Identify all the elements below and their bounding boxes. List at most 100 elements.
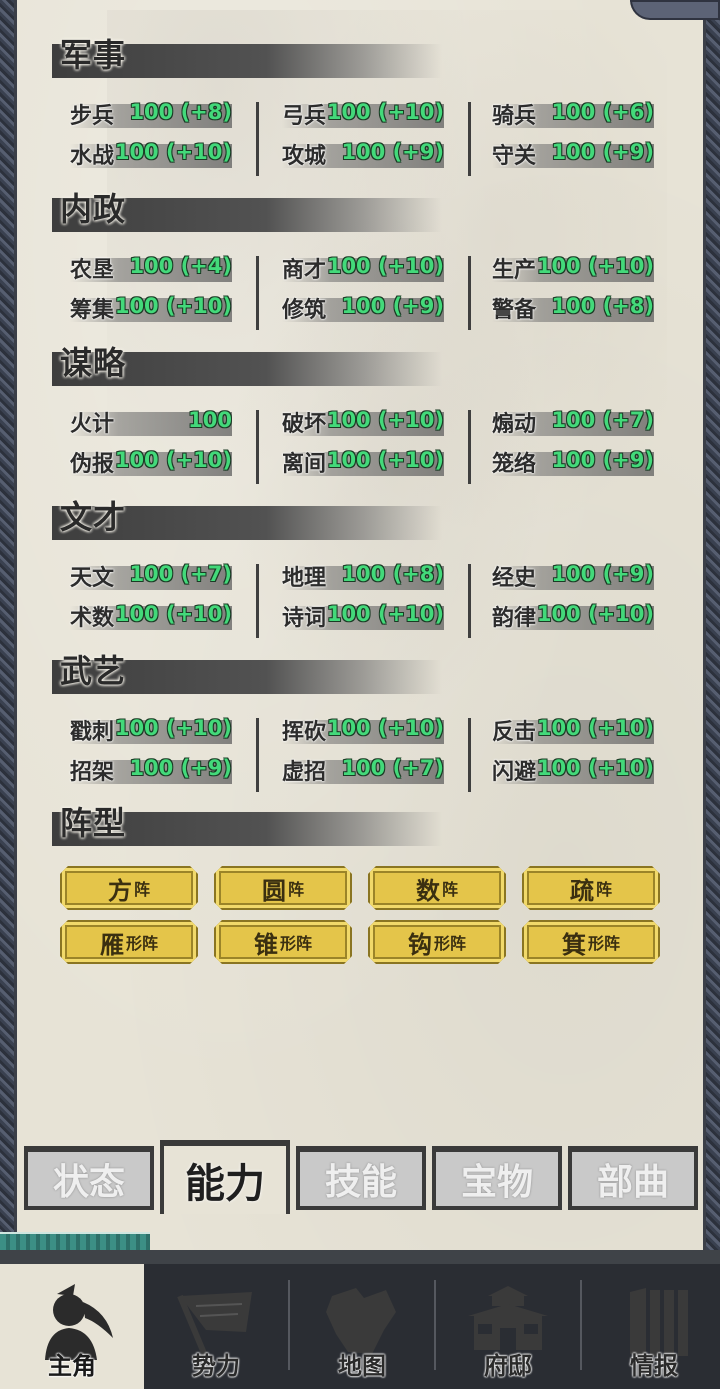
formation-button[interactable]: 圆阵 (214, 866, 352, 910)
stats-grid: 天文 100 (+7) 术数 100 (+10) 地理 100 (+8) 诗词 100 … (70, 558, 670, 648)
stat-name: 离间 (282, 452, 327, 477)
formation-button[interactable]: 钩形阵 (368, 920, 506, 964)
stats-column: 挥砍 100 (+10) 虚招 100 (+7) (282, 712, 472, 802)
tab-treasure[interactable]: 宝物 (432, 1146, 562, 1210)
stat-row: 反击 100 (+10) (492, 716, 660, 745)
nav-label: 府邸 (484, 1352, 532, 1380)
stats-column: 天文 100 (+7) 术数 100 (+10) (70, 558, 260, 648)
stat-row: 生产 100 (+10) (492, 254, 660, 283)
stat-value: 100 (+10) (536, 254, 654, 278)
stat-value: 100 (+10) (326, 716, 444, 740)
stats-column: 弓兵 100 (+10) 攻城 100 (+9) (282, 96, 472, 186)
formation-button[interactable]: 雁形阵 (60, 920, 198, 964)
stat-row: 弓兵 100 (+10) (282, 100, 450, 129)
column-divider (468, 564, 471, 638)
formation-suffix: 阵 (133, 880, 150, 899)
stat-row: 韵律 100 (+10) (492, 602, 660, 631)
stats-column: 煽动 100 (+7) 笼络 100 (+9) (492, 404, 682, 494)
formation-main: 箕 (561, 930, 586, 959)
nav-hero[interactable]: 主角 (0, 1264, 144, 1389)
stat-row: 闪避 100 (+10) (492, 756, 660, 785)
section-strategy: 谋略 火计 100 伪报 100 (+10) 破坏 100 (+10) 离间 100 (… (52, 344, 672, 484)
stats-column: 步兵 100 (+8) 水战 100 (+10) (70, 96, 260, 186)
stat-name: 农垦 (70, 258, 115, 283)
section-title-bar: 文才 (52, 498, 442, 540)
formation-button[interactable]: 方阵 (60, 866, 198, 910)
nav-mansion[interactable]: 府邸 (436, 1264, 580, 1389)
section-literature: 文才 天文 100 (+7) 术数 100 (+10) 地理 100 (+8) 诗词 1… (52, 498, 672, 638)
formation-button[interactable]: 数阵 (368, 866, 506, 910)
formation-main: 方 (107, 876, 132, 905)
stat-name: 破坏 (282, 412, 327, 437)
section-martial-arts: 武艺 戳刺 100 (+10) 招架 100 (+9) 挥砍 100 (+10) 虚招… (52, 652, 672, 792)
section-formation: 阵型 (52, 804, 672, 846)
stat-row: 诗词 100 (+10) (282, 602, 450, 631)
stats-grid: 农垦 100 (+4) 筹集 100 (+10) 商才 100 (+10) 修筑 100… (70, 250, 670, 340)
tab-status[interactable]: 状态 (24, 1146, 154, 1210)
stats-column: 商才 100 (+10) 修筑 100 (+9) (282, 250, 472, 340)
nav-intel[interactable]: 情报 (582, 1264, 720, 1389)
stat-name: 反击 (492, 720, 537, 745)
formation-main: 锥 (253, 930, 278, 959)
stat-value: 100 (+10) (536, 716, 654, 740)
stat-value: 100 (+7) (551, 408, 654, 432)
column-divider (468, 410, 471, 484)
stat-row: 筹集 100 (+10) (70, 294, 238, 323)
left-frame (0, 0, 14, 1250)
stat-row: 煽动 100 (+7) (492, 408, 660, 437)
column-divider (256, 256, 259, 330)
section-title: 军事 (60, 36, 127, 74)
stat-value: 100 (+9) (551, 448, 654, 472)
section-title-bar: 谋略 (52, 344, 442, 386)
stats-column: 破坏 100 (+10) 离间 100 (+10) (282, 404, 472, 494)
nav-map[interactable]: 地图 (290, 1264, 434, 1389)
stat-value: 100 (+7) (341, 756, 444, 780)
stat-row: 虚招 100 (+7) (282, 756, 450, 785)
formation-button[interactable]: 箕形阵 (522, 920, 660, 964)
tab-label: 部曲 (596, 1162, 669, 1203)
section-title-bar: 内政 (52, 190, 442, 232)
section-title: 武艺 (60, 652, 127, 690)
column-divider (256, 102, 259, 176)
formation-main: 雁 (99, 930, 124, 959)
stat-value: 100 (+10) (326, 408, 444, 432)
stat-name: 弓兵 (282, 104, 327, 129)
nav-label: 情报 (630, 1352, 678, 1380)
stat-name: 商才 (282, 258, 327, 283)
tab-troops[interactable]: 部曲 (568, 1146, 698, 1210)
nav-label: 地图 (338, 1352, 386, 1380)
stat-row: 破坏 100 (+10) (282, 408, 450, 437)
stat-name: 招架 (70, 760, 115, 785)
column-divider (256, 410, 259, 484)
formation-main: 圆 (261, 876, 286, 905)
tab-label: 宝物 (460, 1162, 533, 1203)
stat-name: 守关 (492, 144, 537, 169)
formation-button[interactable]: 疏阵 (522, 866, 660, 910)
stat-row: 天文 100 (+7) (70, 562, 238, 591)
stat-value: 100 (+10) (536, 756, 654, 780)
section-title-bar: 军事 (52, 36, 442, 78)
stats-grid: 步兵 100 (+8) 水战 100 (+10) 弓兵 100 (+10) 攻城 100… (70, 96, 670, 186)
stat-value: 100 (+10) (326, 602, 444, 626)
stat-name: 攻城 (282, 144, 327, 169)
corner-cloud-badge[interactable] (630, 0, 720, 20)
tab-skills[interactable]: 技能 (296, 1146, 426, 1210)
stats-column: 骑兵 100 (+6) 守关 100 (+9) (492, 96, 682, 186)
stat-name: 修筑 (282, 298, 327, 323)
stats-grid: 戳刺 100 (+10) 招架 100 (+9) 挥砍 100 (+10) 虚招 100… (70, 712, 670, 802)
stat-row: 挥砍 100 (+10) (282, 716, 450, 745)
tab-ability[interactable]: 能力 (160, 1140, 290, 1214)
stat-row: 攻城 100 (+9) (282, 140, 450, 169)
stat-name: 筹集 (70, 298, 115, 323)
stat-value: 100 (188, 408, 232, 432)
section-military: 军事 步兵 100 (+8) 水战 100 (+10) 弓兵 100 (+10) 攻城… (52, 36, 672, 176)
stat-row: 伪报 100 (+10) (70, 448, 238, 477)
formation-button[interactable]: 锥形阵 (214, 920, 352, 964)
stat-row: 戳刺 100 (+10) (70, 716, 238, 745)
stat-name: 闪避 (492, 760, 537, 785)
nav-faction[interactable]: 势力 (144, 1264, 288, 1389)
column-divider (256, 564, 259, 638)
stat-name: 术数 (70, 606, 115, 631)
stat-row: 火计 100 (70, 408, 238, 437)
nav-label: 主角 (48, 1352, 96, 1380)
